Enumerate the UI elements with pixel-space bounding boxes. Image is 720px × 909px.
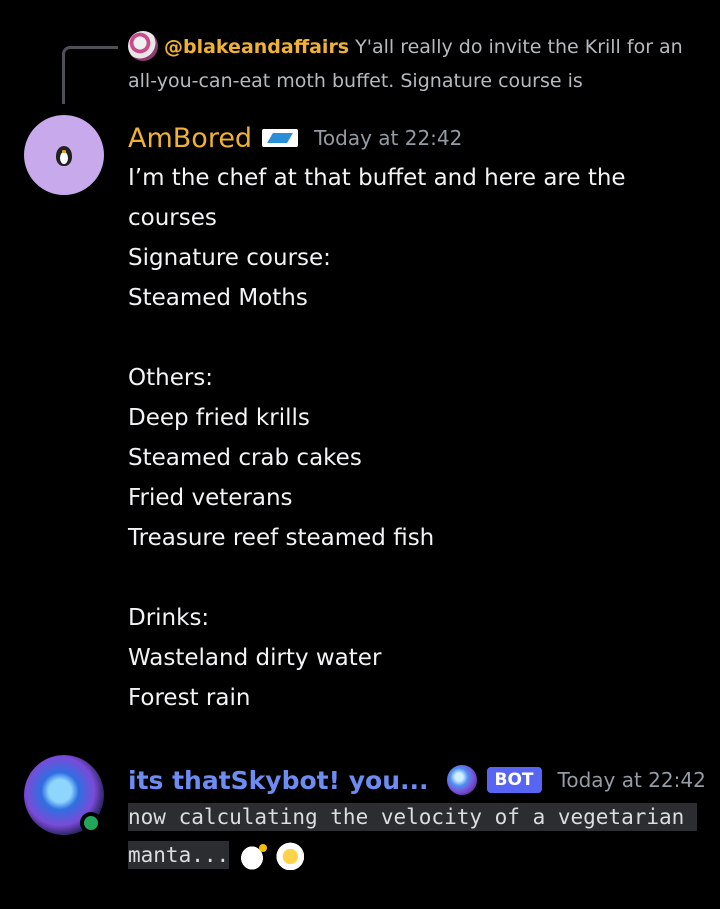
- author-name[interactable]: its thatSkybot! you...: [128, 766, 429, 795]
- message-header: its thatSkybot! you... BOT Today at 22:4…: [128, 760, 706, 800]
- message-line: Wasteland dirty water: [128, 645, 382, 671]
- message-content: I’m the chef at that buffet and here are…: [128, 158, 688, 718]
- message-content: now calculating the velocity of a vegeta…: [128, 798, 697, 874]
- bot-tag: BOT: [486, 767, 542, 793]
- message-line: Drinks:: [128, 605, 210, 631]
- message-header: AmBored Today at 22:42: [128, 118, 462, 158]
- message-line: courses: [128, 205, 217, 231]
- reply-avatar-icon[interactable]: [128, 31, 158, 61]
- message-line: Deep fried krills: [128, 405, 310, 431]
- online-status-icon: [80, 812, 102, 834]
- penguin-avatar-icon: [53, 142, 75, 168]
- author-name[interactable]: AmBored: [128, 123, 252, 154]
- manta-emoji-icon: [235, 840, 270, 870]
- message-line: Steamed crab cakes: [128, 445, 362, 471]
- message-line: [128, 558, 688, 598]
- message-line: I’m the chef at that buffet and here are…: [128, 165, 626, 191]
- timestamp: Today at 22:42: [314, 126, 463, 150]
- flag-badge-icon[interactable]: [262, 129, 299, 147]
- message-line: Forest rain: [128, 685, 251, 711]
- sparkle-emoji-icon: [275, 840, 310, 870]
- message-line: Fried veterans: [128, 485, 293, 511]
- orb-icon: [446, 765, 477, 795]
- avatar[interactable]: [24, 115, 104, 195]
- timestamp: Today at 22:42: [557, 768, 706, 792]
- reply-connector-line: [62, 46, 118, 104]
- message-line: Steamed Moths: [128, 285, 308, 311]
- reply-reference[interactable]: @blakeandaffairs Y'all really do invite t…: [128, 30, 688, 98]
- message-line: Others:: [128, 365, 214, 391]
- message-line: Signature course:: [128, 245, 331, 271]
- inline-code: now calculating the velocity of a vegeta…: [128, 803, 697, 869]
- reply-author[interactable]: @blakeandaffairs: [164, 36, 349, 58]
- message-line: Treasure reef steamed fish: [128, 525, 435, 551]
- message-line: [128, 318, 688, 358]
